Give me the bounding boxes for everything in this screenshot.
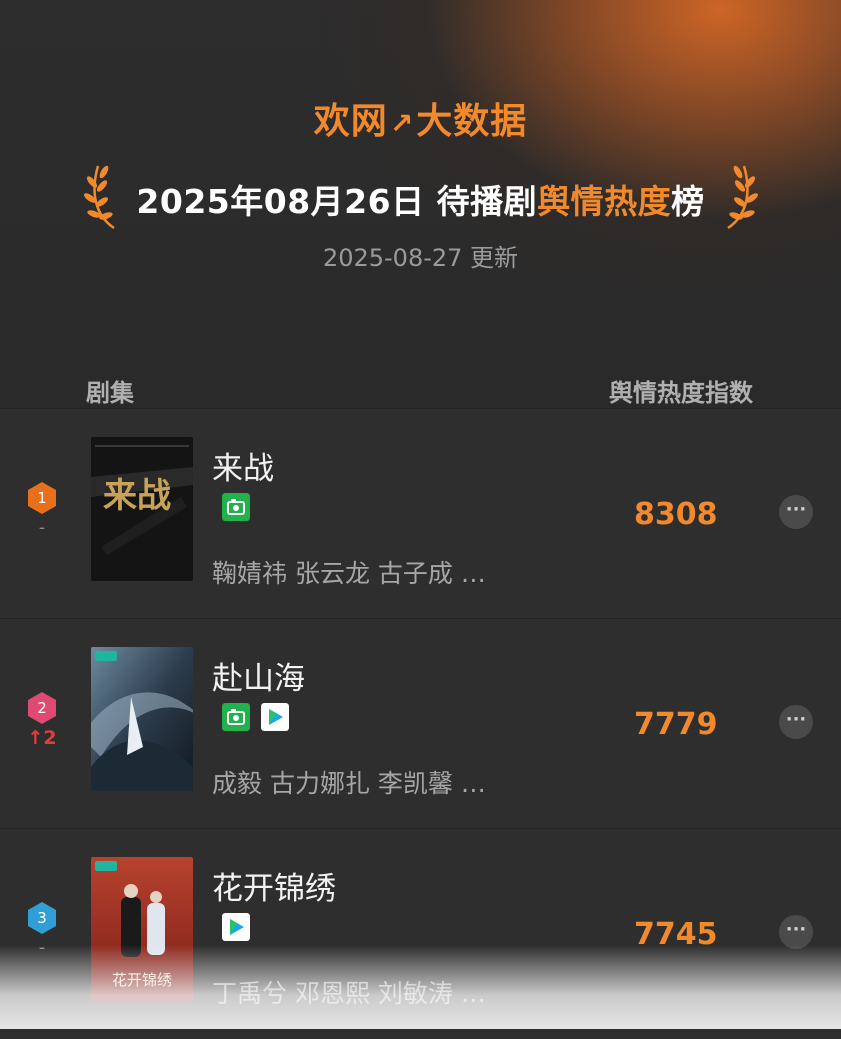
brand-logo: 欢网↗大数据 xyxy=(0,92,841,144)
ranking-row[interactable]: 3 - 花开锦绣 花开锦绣 丁禹兮 邓恩熙 刘敏涛 … 7745 ··· xyxy=(0,828,841,1039)
heat-score: 7745 xyxy=(634,917,718,952)
series-title[interactable]: 来战 xyxy=(212,443,274,488)
rank-number: 2 xyxy=(37,699,47,717)
heat-score: 7779 xyxy=(634,707,718,742)
more-options-button[interactable]: ··· xyxy=(779,915,813,949)
column-header-index: 舆情热度指数 xyxy=(609,379,753,407)
cast-list: 丁禹兮 邓恩熙 刘敏涛 … xyxy=(212,979,486,1008)
series-title[interactable]: 花开锦绣 xyxy=(212,863,336,908)
poster-title: 花开锦绣 xyxy=(112,971,172,989)
header-banner: 欢网↗大数据 2025年08月26日 待播剧舆情热度榜 2025-08-27 更… xyxy=(0,0,841,408)
hexagon-icon: 3 xyxy=(28,902,56,934)
rank-badge: 1 - xyxy=(25,481,59,537)
cast-list: 成毅 古力娜扎 李凯馨 … xyxy=(212,769,486,798)
poster-title: 来战 xyxy=(103,476,171,516)
title-highlight: 舆情热度 xyxy=(537,182,672,221)
brand-name: 欢网 xyxy=(313,101,388,142)
hexagon-icon: 1 xyxy=(28,482,56,514)
chart-title: 2025年08月26日 待播剧舆情热度榜 xyxy=(0,175,841,223)
rank-number: 3 xyxy=(37,909,47,927)
rank-badge: 2 ↑2 xyxy=(25,691,59,749)
more-options-button[interactable]: ··· xyxy=(779,705,813,739)
update-date: 2025-08-27 更新 xyxy=(322,244,519,272)
ranking-row[interactable]: 1 - 来战 来战 鞠婧祎 张云龙 古子成 … 8308 ··· xyxy=(0,408,841,619)
heat-score: 8308 xyxy=(634,497,718,532)
brand-suffix: 大数据 xyxy=(416,101,528,142)
iqiyi-icon xyxy=(222,703,250,731)
more-options-button[interactable]: ··· xyxy=(779,495,813,529)
series-title[interactable]: 赴山海 xyxy=(212,653,305,698)
title-suffix: 榜 xyxy=(671,182,705,221)
column-header-series: 剧集 xyxy=(86,379,134,407)
poster-image[interactable]: 花开锦绣 xyxy=(91,857,193,1001)
rank-badge: 3 - xyxy=(25,901,59,957)
ranking-row[interactable]: 2 ↑2 赴山海 成毅 古力娜扎 李凯馨 … 7779 ··· xyxy=(0,618,841,829)
rank-change: - xyxy=(38,517,46,538)
poster-image[interactable]: 来战 xyxy=(91,437,193,581)
iqiyi-icon xyxy=(222,493,250,521)
trend-arrow-icon: ↗ xyxy=(389,107,415,140)
hexagon-icon: 2 xyxy=(28,692,56,724)
cast-list: 鞠婧祎 张云龙 古子成 … xyxy=(212,559,486,588)
title-prefix: 2025年08月26日 待播剧 xyxy=(136,182,538,221)
poster-image[interactable] xyxy=(91,647,193,791)
tencent-video-icon xyxy=(261,703,289,731)
rank-number: 1 xyxy=(37,489,47,507)
rank-change-up: ↑2 xyxy=(27,727,57,749)
tencent-video-icon xyxy=(222,913,250,941)
rank-change: - xyxy=(38,937,46,958)
